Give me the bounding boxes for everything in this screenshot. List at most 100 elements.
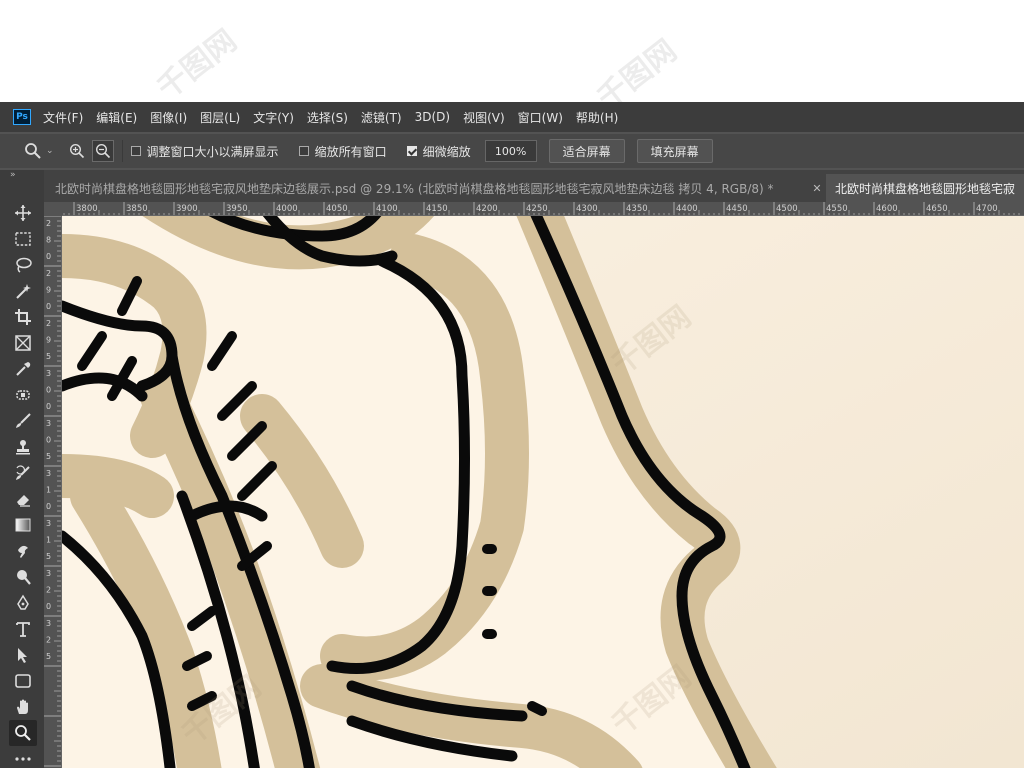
options-bar: ⌄ 调整窗口大小以满屏显示 缩放所有窗口 细微缩放 100% 适合屏幕 填充屏幕 [0, 134, 1024, 168]
menu-bar: Ps 文件(F) 编辑(E) 图像(I) 图层(L) 文字(Y) 选择(S) 滤… [0, 102, 1024, 132]
clone-stamp-tool-icon[interactable] [12, 436, 34, 458]
fit-screen-button[interactable]: 适合屏幕 [548, 139, 625, 163]
ruler-label: 5 [46, 552, 51, 561]
vertical-ruler[interactable]: 2 8 0 2 9 0 2 9 5 3 0 0 3 0 5 3 1 0 3 1 5 3 2 0 3 2 5 [44, 216, 62, 768]
zoom-all-windows-label: 缩放所有窗口 [314, 144, 387, 159]
menu-type[interactable]: 文字(Y) [253, 109, 294, 126]
gradient-tool-icon[interactable] [12, 514, 34, 536]
zoom-value-field[interactable]: 100% [484, 140, 537, 162]
menu-view[interactable]: 视图(V) [463, 109, 505, 126]
path-selection-tool-icon[interactable] [12, 644, 34, 666]
magic-wand-tool-icon[interactable] [12, 280, 34, 302]
checkbox-box-checked[interactable] [406, 146, 417, 156]
tab-document-active[interactable]: 北欧时尚棋盘格地毯圆形地毯宅寂 [826, 174, 1024, 202]
ruler-label: 4200 [476, 204, 498, 214]
ruler-label: 3800 [76, 204, 98, 214]
ruler-label: 3950 [226, 204, 248, 214]
marquee-tool-icon[interactable] [12, 228, 34, 250]
ruler-ticks: 2 8 0 2 9 0 2 9 5 3 0 0 3 0 5 3 1 0 3 1 5 3 2 0 3 2 5 [44, 216, 61, 767]
ruler-label: 0 [46, 602, 51, 611]
tab-title: 北欧时尚棋盘格地毯圆形地毯宅寂风地垫床边毯展示.psd @ 29.1% (北欧时… [55, 181, 774, 196]
ruler-label: 9 [46, 336, 51, 345]
zoom-out-button[interactable] [91, 140, 114, 162]
ruler-origin[interactable] [44, 202, 62, 216]
lasso-tool-icon[interactable] [12, 254, 34, 276]
ruler-label: 3 [46, 619, 51, 628]
menu-3d[interactable]: 3D(D) [415, 110, 450, 124]
more-tools-icon[interactable] [12, 748, 34, 770]
ruler-label: 5 [46, 452, 51, 461]
ruler-label: 0 [46, 386, 51, 395]
hand-tool-icon[interactable] [12, 696, 34, 718]
zoom-tool-icon[interactable] [9, 720, 37, 746]
menu-layer[interactable]: 图层(L) [200, 109, 240, 126]
scrubby-zoom-checkbox[interactable]: 细微缩放 [406, 143, 471, 160]
ruler-label: 2 [46, 269, 51, 278]
horizontal-ruler[interactable]: 5038003850390039504000405041004150420042… [62, 202, 1024, 216]
history-brush-tool-icon[interactable] [12, 462, 34, 484]
ruler-label: 2 [46, 586, 51, 595]
ruler-label: 4500 [776, 204, 798, 214]
ruler-label: 4600 [876, 204, 898, 214]
zoom-in-icon [69, 143, 84, 159]
checkbox-box[interactable] [130, 146, 141, 156]
menu-image[interactable]: 图像(I) [150, 109, 187, 126]
crop-tool-icon[interactable] [12, 306, 34, 328]
chevron-down-icon[interactable]: ⌄ [46, 146, 54, 156]
frame-tool-icon[interactable] [12, 332, 34, 354]
ruler-label: 0 [46, 252, 51, 261]
tool-preset-zoom-icon[interactable] [20, 139, 46, 163]
ruler-label: 5 [46, 352, 51, 361]
ruler-label: 2 [46, 636, 51, 645]
document-canvas[interactable]: 千图网 千图网 千图网 [62, 216, 1024, 768]
watermark: 千图网 [150, 23, 244, 107]
divider [121, 140, 123, 162]
move-tool-icon[interactable] [12, 202, 34, 224]
type-tool-icon[interactable] [12, 618, 34, 640]
resize-windows-label: 调整窗口大小以满屏显示 [146, 144, 279, 159]
zoom-all-windows-checkbox[interactable]: 缩放所有窗口 [298, 143, 387, 160]
ruler-label: 2 [46, 319, 51, 328]
menu-select[interactable]: 选择(S) [307, 109, 348, 126]
ruler-label: 3900 [176, 204, 198, 214]
ruler-label: 4650 [926, 204, 948, 214]
ruler-label: 3 [46, 519, 51, 528]
ruler-label: 2 [46, 219, 51, 228]
ruler-label: 4300 [576, 204, 598, 214]
ruler-label: 0 [46, 436, 51, 445]
menu-edit[interactable]: 编辑(E) [96, 109, 137, 126]
ruler-label: 8 [46, 236, 51, 245]
tab-document-inactive[interactable]: 北欧时尚棋盘格地毯圆形地毯宅寂风地垫床边毯展示.psd @ 29.1% (北欧时… [44, 174, 826, 202]
dodge-tool-icon[interactable] [12, 566, 34, 588]
scrubby-zoom-label: 细微缩放 [422, 144, 471, 159]
ruler-label: 4450 [726, 204, 748, 214]
brush-tool-icon[interactable] [12, 410, 34, 432]
ruler-label: 0 [46, 402, 51, 411]
pen-tool-icon[interactable] [12, 592, 34, 614]
ruler-label: 0 [46, 502, 51, 511]
ruler-label: 0 [46, 302, 51, 311]
smudge-tool-icon[interactable] [12, 540, 34, 562]
checkbox-box[interactable] [298, 146, 309, 156]
close-icon[interactable]: ✕ [808, 174, 826, 202]
ruler-label: 4050 [326, 204, 348, 214]
resize-windows-checkbox[interactable]: 调整窗口大小以满屏显示 [130, 143, 279, 160]
menu-filter[interactable]: 滤镜(T) [361, 109, 402, 126]
menu-window[interactable]: 窗口(W) [518, 109, 563, 126]
ruler-label: 1 [46, 536, 51, 545]
ruler-label: 3 [46, 419, 51, 428]
fill-screen-button[interactable]: 填充屏幕 [636, 139, 713, 163]
menu-file[interactable]: 文件(F) [43, 109, 83, 126]
tools-panel: » [0, 170, 44, 768]
eraser-tool-icon[interactable] [12, 488, 34, 510]
healing-brush-tool-icon[interactable] [12, 384, 34, 406]
menu-help[interactable]: 帮助(H) [576, 109, 618, 126]
eyedropper-tool-icon[interactable] [12, 358, 34, 380]
photoshop-logo-icon[interactable]: Ps [13, 109, 31, 125]
ruler-label: 3 [46, 369, 51, 378]
rectangle-tool-icon[interactable] [12, 670, 34, 692]
zoom-in-button[interactable] [66, 140, 88, 162]
zoom-out-icon [95, 143, 110, 159]
collapse-panel-icon[interactable]: » [10, 170, 15, 180]
ruler-label: 4250 [526, 204, 548, 214]
